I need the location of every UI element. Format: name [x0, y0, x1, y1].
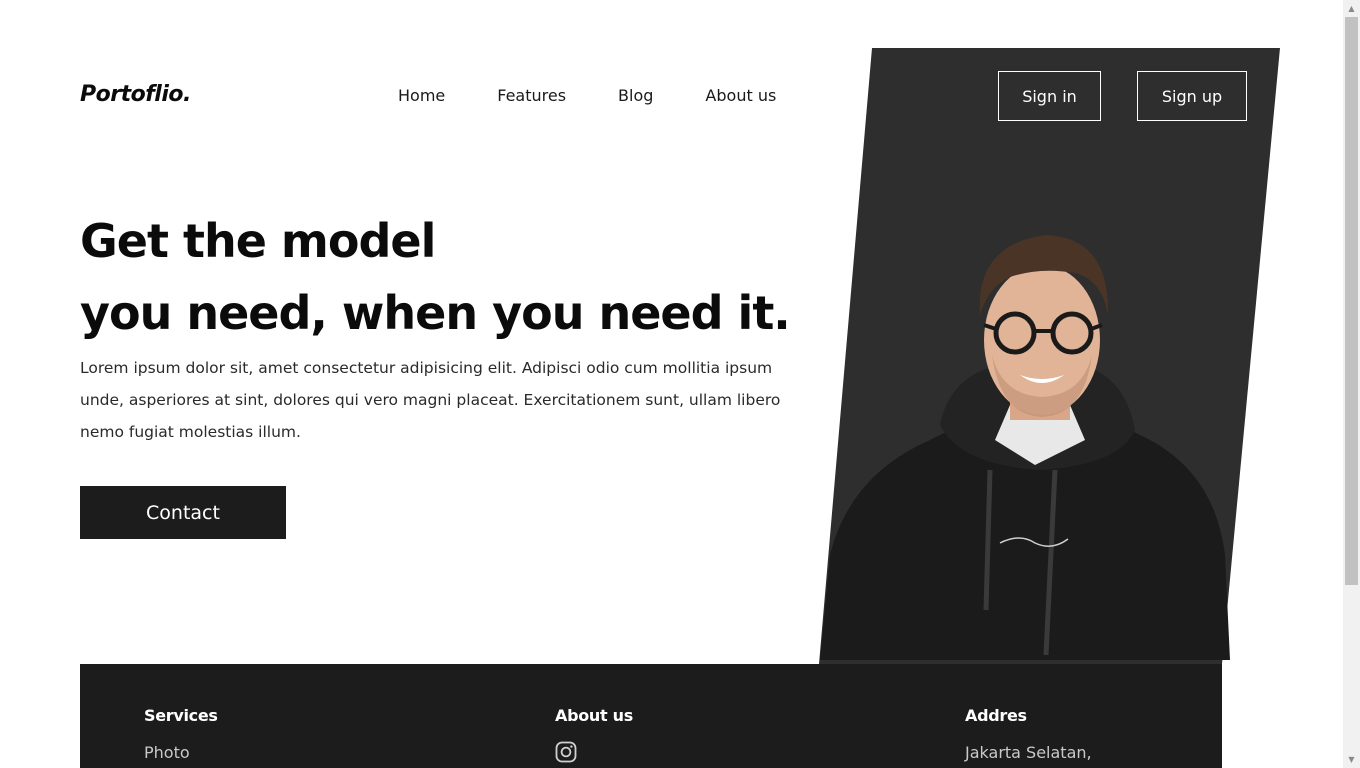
instagram-icon[interactable] — [555, 741, 577, 763]
model-portrait-image — [820, 235, 1230, 660]
hero-title-line-1: Get the model — [80, 214, 436, 268]
footer-about-heading: About us — [555, 706, 633, 725]
footer: Services Photo About us Addres Jakarta S… — [80, 664, 1222, 768]
footer-about-column: About us — [555, 706, 633, 763]
footer-services-column: Services Photo — [144, 706, 218, 762]
page: Portoflio. Home Features Blog About us S… — [0, 0, 1343, 768]
footer-address-column: Addres Jakarta Selatan, — [965, 706, 1092, 762]
footer-service-photo[interactable]: Photo — [144, 743, 218, 762]
nav-about-us[interactable]: About us — [705, 86, 776, 105]
nav-home[interactable]: Home — [398, 86, 445, 105]
sign-in-button[interactable]: Sign in — [998, 71, 1101, 121]
footer-address-line: Jakarta Selatan, — [965, 743, 1092, 762]
site-logo[interactable]: Portoflio. — [80, 82, 191, 107]
footer-services-heading: Services — [144, 706, 218, 725]
nav-features[interactable]: Features — [497, 86, 566, 105]
sign-up-button[interactable]: Sign up — [1137, 71, 1247, 121]
nav-blog[interactable]: Blog — [618, 86, 653, 105]
footer-address-heading: Addres — [965, 706, 1027, 725]
scrollbar-thumb[interactable] — [1345, 17, 1358, 585]
scroll-down-arrow-icon[interactable]: ▼ — [1343, 751, 1360, 768]
contact-button[interactable]: Contact — [80, 486, 286, 539]
scroll-up-arrow-icon[interactable]: ▲ — [1343, 0, 1360, 17]
main-nav: Home Features Blog About us — [398, 86, 776, 105]
vertical-scrollbar[interactable]: ▲ ▼ — [1343, 0, 1360, 768]
hero-title-line-2: you need, when you need it. — [80, 286, 791, 340]
hero-description: Lorem ipsum dolor sit, amet consectetur … — [80, 359, 781, 441]
